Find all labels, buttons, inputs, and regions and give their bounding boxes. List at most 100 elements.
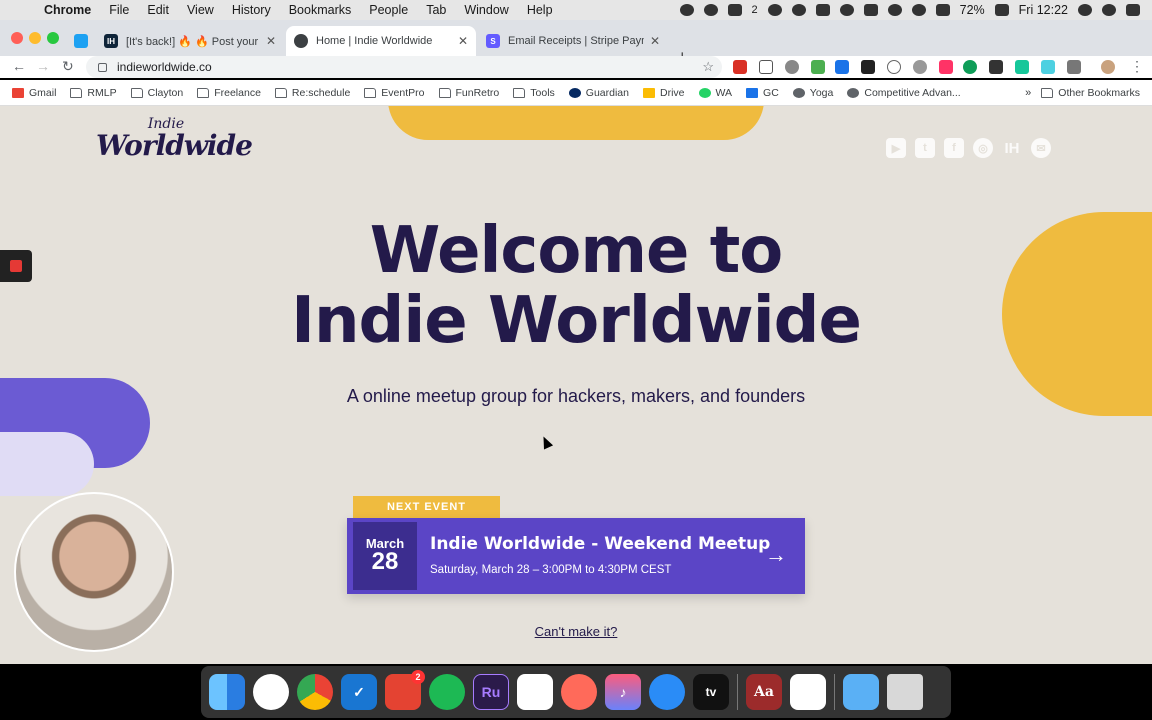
email-icon[interactable]: ✉ [1031, 138, 1051, 158]
minimize-window-button[interactable] [29, 32, 41, 44]
lock-icon[interactable] [98, 62, 107, 72]
wifi-icon[interactable] [911, 4, 926, 16]
extension-icon[interactable] [887, 60, 901, 74]
rubymine-icon[interactable]: Ru [473, 674, 509, 710]
menu-edit[interactable]: Edit [147, 3, 169, 17]
menu-file[interactable]: File [109, 3, 129, 17]
extension-icon[interactable] [963, 60, 977, 74]
bookmarks-overflow-button[interactable]: » [1025, 87, 1031, 99]
medium-icon[interactable] [861, 60, 875, 74]
slack-icon[interactable] [517, 674, 553, 710]
tab-pinned-twitter[interactable] [66, 26, 94, 56]
bookmark-yoga[interactable]: Yoga [792, 87, 833, 99]
other-bookmarks[interactable]: Other Bookmarks [1041, 87, 1140, 99]
finder-icon[interactable] [209, 674, 245, 710]
maximize-window-button[interactable] [47, 32, 59, 44]
extension-icon[interactable] [1015, 60, 1029, 74]
spotify-icon[interactable] [429, 674, 465, 710]
battery-percent[interactable]: 72% [960, 3, 985, 17]
bookmark-folder-freelance[interactable]: Freelance [197, 87, 261, 99]
tab-saas[interactable]: IH [It's back!] 🔥 🔥 Post your SAAS ✕ [96, 26, 284, 56]
todoist-icon[interactable]: 2 [385, 670, 425, 710]
chrome-menu-icon[interactable]: ⋮ [1130, 58, 1144, 75]
youtube-icon[interactable]: ▶ [886, 138, 906, 158]
bookmark-folder-eventpro[interactable]: EventPro [364, 87, 425, 99]
facebook-icon[interactable]: f [944, 138, 964, 158]
back-button[interactable]: ← [12, 58, 26, 74]
extension-icon[interactable] [785, 60, 799, 74]
photos-icon[interactable] [253, 674, 289, 710]
extension-icon[interactable] [989, 60, 1003, 74]
bookmark-folder-tools[interactable]: Tools [513, 87, 555, 99]
extension-icon[interactable] [939, 60, 953, 74]
address-bar[interactable]: indieworldwide.co ☆ [86, 56, 722, 78]
airplay-icon[interactable] [863, 4, 878, 16]
close-tab-icon[interactable]: ✕ [458, 34, 468, 48]
bookmark-drive[interactable]: Drive [643, 87, 685, 99]
trash-icon[interactable] [887, 674, 923, 710]
downloads-folder-icon[interactable] [843, 674, 879, 710]
twitter-icon[interactable]: t [915, 138, 935, 158]
tab-stripe[interactable]: S Email Receipts | Stripe Payments ✕ [478, 26, 668, 56]
chrome-icon[interactable] [297, 674, 333, 710]
close-tab-icon[interactable]: ✕ [650, 34, 660, 48]
extension-icon[interactable] [1067, 60, 1081, 74]
bookmark-guardian[interactable]: Guardian [568, 87, 629, 99]
indiehackers-icon[interactable]: IH [1002, 138, 1022, 158]
apple-tv-icon[interactable]: tv [693, 674, 729, 710]
numbers-icon[interactable] [790, 674, 826, 710]
bookmark-folder-funretro[interactable]: FunRetro [438, 87, 499, 99]
notification-center-icon[interactable] [1126, 4, 1140, 16]
close-tab-icon[interactable]: ✕ [266, 34, 276, 48]
profile-avatar[interactable] [1101, 60, 1115, 74]
bookmark-whatsapp[interactable]: WA [698, 87, 732, 99]
menu-help[interactable]: Help [527, 3, 553, 17]
reload-button[interactable]: ↻ [62, 58, 74, 75]
messages-icon[interactable] [649, 674, 685, 710]
bookmark-competitive[interactable]: Competitive Advan... [847, 87, 961, 99]
site-logo[interactable]: Indie Worldwide [96, 116, 253, 178]
menu-app-name[interactable]: Chrome [44, 3, 91, 17]
battery-icon[interactable] [994, 4, 1009, 16]
status-app-icon[interactable] [839, 4, 854, 16]
bookmark-folder-rmlp[interactable]: RMLP [70, 87, 117, 99]
status-app-icon[interactable] [727, 4, 742, 16]
clock[interactable]: Fri 12:22 [1019, 3, 1068, 17]
spotlight-icon[interactable] [1078, 4, 1092, 16]
volume-icon[interactable] [935, 4, 950, 16]
status-app-icon[interactable] [703, 4, 718, 16]
dribbble-icon[interactable]: ◎ [973, 138, 993, 158]
cant-make-it-link[interactable]: Can't make it? [0, 624, 1152, 639]
bookmark-folder-reschedule[interactable]: Re:schedule [274, 87, 350, 99]
extension-icon[interactable] [811, 60, 825, 74]
status-app-icon[interactable] [767, 4, 782, 16]
menu-bookmarks[interactable]: Bookmarks [289, 3, 352, 17]
dictionary-icon[interactable]: Aa [746, 674, 782, 710]
next-event-card[interactable]: March 28 Indie Worldwide - Weekend Meetu… [347, 518, 805, 594]
affinity-icon[interactable] [561, 674, 597, 710]
close-window-button[interactable] [11, 32, 23, 44]
address-url[interactable]: indieworldwide.co [117, 60, 212, 74]
forward-button[interactable]: → [36, 58, 50, 74]
extension-new-icon[interactable] [835, 60, 849, 74]
extension-icon[interactable] [913, 60, 927, 74]
menu-people[interactable]: People [369, 3, 408, 17]
music-icon[interactable]: ♪ [605, 674, 641, 710]
bluetooth-icon[interactable] [887, 4, 902, 16]
bookmark-gc[interactable]: GC [746, 87, 779, 99]
siri-icon[interactable] [1102, 4, 1116, 16]
status-app-icon[interactable] [679, 4, 694, 16]
status-app-icon[interactable] [791, 4, 806, 16]
menu-window[interactable]: Window [464, 3, 508, 17]
menu-tab[interactable]: Tab [426, 3, 446, 17]
menu-view[interactable]: View [187, 3, 214, 17]
cloud-icon[interactable] [815, 4, 830, 16]
extension-icon[interactable] [733, 60, 747, 74]
tab-indie-worldwide[interactable]: Home | Indie Worldwide ✕ [286, 26, 476, 56]
bookmark-star-icon[interactable]: ☆ [702, 59, 714, 75]
things-icon[interactable]: ✓ [341, 674, 377, 710]
bookmark-gmail[interactable]: Gmail [12, 87, 56, 99]
extension-icon[interactable] [1041, 60, 1055, 74]
pocket-icon[interactable] [759, 60, 773, 74]
menu-history[interactable]: History [232, 3, 271, 17]
